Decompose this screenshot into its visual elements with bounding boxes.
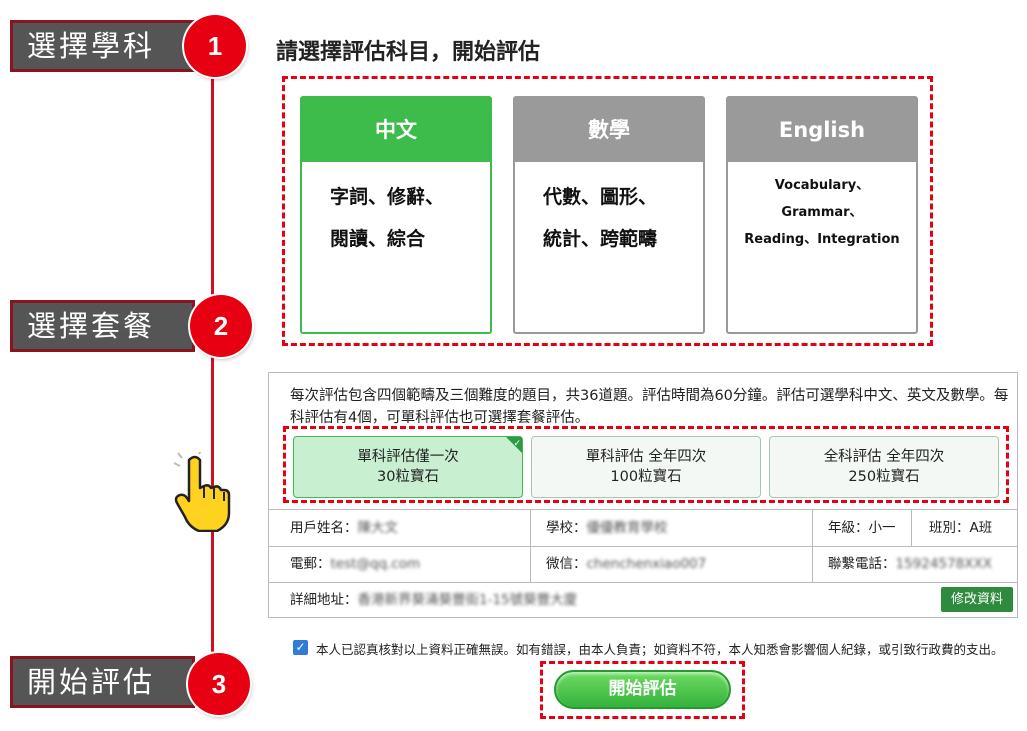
subject-title: English: [728, 98, 916, 162]
page-title: 請選擇評估科目，開始評估: [276, 40, 541, 65]
field-value: test@qq.com: [330, 556, 421, 572]
class-field: 班別：A班: [929, 510, 992, 546]
step-3-label: 開始評估: [10, 656, 195, 708]
address-field: 詳細地址：香港新界葵涌葵豐街1-15號葵豐大廈: [290, 582, 577, 618]
pointing-hand-icon: [173, 452, 231, 532]
info-col-divider: [911, 509, 912, 546]
subject-topics-line2: 統計、跨範疇: [543, 228, 658, 250]
step-rail-line: [211, 44, 214, 684]
field-value: 小一: [868, 520, 896, 536]
step-2-label: 選擇套餐: [10, 300, 195, 352]
subject-title: 數學: [515, 98, 703, 162]
package-option-single-once[interactable]: 單科評估僅一次 30粒寶石 ✓: [293, 436, 523, 498]
package-name: 全科評估 全年四次: [823, 449, 945, 465]
info-col-divider: [530, 509, 531, 582]
email-field: 電郵：test@qq.com: [290, 546, 420, 582]
subject-card-english[interactable]: English Vocabulary、Grammar、 Reading、Inte…: [726, 96, 918, 334]
package-name: 單科評估僅一次: [357, 449, 459, 465]
school-field: 學校：優優教育學校: [546, 510, 668, 546]
field-label: 微信：: [546, 556, 587, 572]
field-label: 聯繫電話：: [828, 556, 896, 572]
subject-topics-line1: Vocabulary、Grammar、: [774, 178, 870, 220]
field-label: 電郵：: [290, 556, 331, 572]
field-label: 學校：: [546, 520, 587, 536]
field-label: 年級：: [828, 520, 869, 536]
subject-topics-line1: 代數、圖形、: [543, 186, 658, 208]
phone-field: 聯繫電話：15924578XXX: [828, 546, 992, 582]
subject-topics-line1: 字詞、修辭、: [330, 186, 445, 208]
assessment-description: 每次評估包含四個範疇及三個難度的題目，共36道題。評估時間為60分鐘。評估可選學…: [290, 388, 1009, 426]
field-label: 詳細地址：: [290, 592, 358, 608]
package-price: 100粒寶石: [610, 469, 682, 485]
grade-field: 年級：小一: [828, 510, 896, 546]
edit-profile-button[interactable]: 修改資料: [941, 587, 1013, 612]
package-price: 30粒寶石: [377, 469, 439, 485]
package-price: 250粒寶石: [848, 469, 920, 485]
field-value: A班: [969, 520, 993, 536]
field-value: 優優教育學校: [586, 520, 668, 536]
subject-card-math[interactable]: 數學 代數、圖形、 統計、跨範疇: [513, 96, 705, 334]
subject-card-chinese[interactable]: 中文 字詞、修辭、 閱讀、綜合: [300, 96, 492, 334]
subject-title: 中文: [302, 98, 490, 162]
start-assessment-button[interactable]: 開始評估: [554, 670, 731, 709]
step-2-badge: 2: [190, 295, 252, 357]
step-1-label: 選擇學科: [10, 20, 195, 72]
subject-topics-line2: Reading、Integration: [744, 232, 900, 247]
check-mark-icon: ✓: [513, 439, 521, 449]
field-label: 用戶姓名：: [290, 520, 358, 536]
package-option-all-year[interactable]: 全科評估 全年四次 250粒寶石: [769, 436, 999, 498]
field-value: 15924578XXX: [895, 556, 992, 572]
field-label: 班別：: [929, 520, 970, 536]
user-name-field: 用戶姓名：陳大文: [290, 510, 398, 546]
consent-text: 本人已認真核對以上資料正確無誤。如有錯誤，由本人負責；如資料不符，本人知悉會影響…: [316, 642, 1004, 657]
wechat-field: 微信：chenchenxiao007: [546, 546, 706, 582]
consent-checkbox[interactable]: ✓: [293, 640, 308, 655]
field-value: 香港新界葵涌葵豐街1-15號葵豐大廈: [357, 592, 578, 608]
package-name: 單科評估 全年四次: [585, 449, 707, 465]
package-option-single-year[interactable]: 單科評估 全年四次 100粒寶石: [531, 436, 761, 498]
subject-topics-line2: 閱讀、綜合: [330, 228, 426, 250]
field-value: 陳大文: [357, 520, 399, 536]
step-1-badge: 1: [184, 15, 246, 77]
field-value: chenchenxiao007: [586, 556, 707, 572]
step-3-badge: 3: [188, 653, 250, 715]
info-col-divider: [812, 509, 813, 582]
